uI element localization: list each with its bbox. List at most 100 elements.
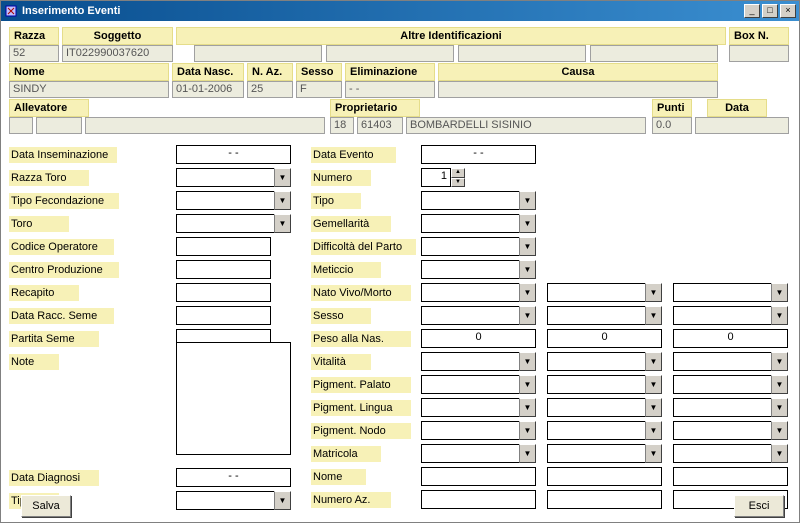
form-content: Razza Soggetto Altre Identificazioni Box… bbox=[1, 21, 799, 522]
tipofec-label: Tipo Fecondazione bbox=[9, 193, 119, 209]
toro-label: Toro bbox=[9, 216, 69, 232]
sesso-select-2[interactable]: ▼ bbox=[547, 306, 662, 325]
nome-r-label: Nome bbox=[311, 469, 366, 485]
chevron-down-icon: ▼ bbox=[771, 306, 788, 325]
allevatore-code1 bbox=[9, 117, 33, 134]
chevron-down-icon: ▼ bbox=[519, 398, 536, 417]
vitalita-select-1[interactable]: ▼ bbox=[421, 352, 536, 371]
sesso-r-label: Sesso bbox=[311, 308, 371, 324]
numeroaz-label: Numero Az. bbox=[311, 492, 391, 508]
dataracc-label: Data Racc. Seme bbox=[9, 308, 114, 324]
chevron-down-icon: ▼ bbox=[519, 191, 536, 210]
dataevento-input[interactable]: - - bbox=[421, 145, 536, 164]
altre-ident-header: Altre Identificazioni bbox=[176, 27, 726, 45]
chevron-down-icon: ▼ bbox=[519, 283, 536, 302]
tipo-left-select[interactable]: ▼ bbox=[176, 491, 291, 510]
numero-spinner[interactable]: 1 ▲▼ bbox=[421, 168, 465, 187]
diff-select[interactable]: ▼ bbox=[421, 237, 536, 256]
spinner-down-icon[interactable]: ▼ bbox=[451, 178, 465, 188]
spinner-up-icon[interactable]: ▲ bbox=[451, 168, 465, 178]
natovm-label: Nato Vivo/Morto bbox=[311, 285, 411, 301]
pigpal-select-3[interactable]: ▼ bbox=[673, 375, 788, 394]
pigling-select-2[interactable]: ▼ bbox=[547, 398, 662, 417]
chevron-down-icon: ▼ bbox=[519, 214, 536, 233]
nome-input-1[interactable] bbox=[421, 467, 536, 486]
tipo-right-label: Tipo bbox=[311, 193, 361, 209]
chevron-down-icon: ▼ bbox=[771, 398, 788, 417]
pigpal-select-1[interactable]: ▼ bbox=[421, 375, 536, 394]
esci-button[interactable]: Esci bbox=[734, 495, 784, 517]
punti-header: Punti bbox=[652, 99, 692, 117]
minimize-button[interactable]: _ bbox=[744, 4, 760, 18]
allevatore-name bbox=[85, 117, 325, 134]
partita-label: Partita Seme bbox=[9, 331, 99, 347]
razzatoro-label: Razza Toro bbox=[9, 170, 89, 186]
sesso-header: Sesso bbox=[296, 63, 342, 81]
naz-header: N. Az. bbox=[247, 63, 293, 81]
natovm-select-3[interactable]: ▼ bbox=[673, 283, 788, 302]
nome-header: Nome bbox=[9, 63, 169, 81]
titlebar: Inserimento Eventi _ □ × bbox=[1, 1, 799, 21]
pignodo-label: Pigment. Nodo bbox=[311, 423, 411, 439]
tipofec-select[interactable]: ▼ bbox=[176, 191, 291, 210]
numero-label: Numero bbox=[311, 170, 371, 186]
numeroaz-input-2[interactable] bbox=[547, 490, 662, 509]
numero-value[interactable]: 1 bbox=[421, 168, 451, 187]
diff-label: Difficoltà del Parto bbox=[311, 239, 416, 255]
sesso-select-3[interactable]: ▼ bbox=[673, 306, 788, 325]
pignodo-select-2[interactable]: ▼ bbox=[547, 421, 662, 440]
gemell-select[interactable]: ▼ bbox=[421, 214, 536, 233]
matricola-select-2[interactable]: ▼ bbox=[547, 444, 662, 463]
gemell-label: Gemellarità bbox=[311, 216, 391, 232]
tipo-right-select[interactable]: ▼ bbox=[421, 191, 536, 210]
salva-button[interactable]: Salva bbox=[21, 495, 71, 517]
sesso-select-1[interactable]: ▼ bbox=[421, 306, 536, 325]
altre-2 bbox=[326, 45, 454, 62]
natovm-select-1[interactable]: ▼ bbox=[421, 283, 536, 302]
matricola-select-1[interactable]: ▼ bbox=[421, 444, 536, 463]
codop-input[interactable] bbox=[176, 237, 271, 256]
centroprod-input[interactable] bbox=[176, 260, 271, 279]
pigpal-select-2[interactable]: ▼ bbox=[547, 375, 662, 394]
datainsem-input[interactable]: - - bbox=[176, 145, 291, 164]
datadiag-input[interactable]: - - bbox=[176, 468, 291, 487]
nome-value: SINDY bbox=[9, 81, 169, 98]
pigling-select-3[interactable]: ▼ bbox=[673, 398, 788, 417]
prop-code1: 18 bbox=[330, 117, 354, 134]
matricola-select-3[interactable]: ▼ bbox=[673, 444, 788, 463]
pignodo-select-3[interactable]: ▼ bbox=[673, 421, 788, 440]
peso-input-1[interactable]: 0 bbox=[421, 329, 536, 348]
chevron-down-icon: ▼ bbox=[771, 283, 788, 302]
note-textarea[interactable] bbox=[176, 342, 291, 455]
app-window: Inserimento Eventi _ □ × Razza Soggetto … bbox=[0, 0, 800, 523]
vitalita-label: Vitalità bbox=[311, 354, 371, 370]
recapito-label: Recapito bbox=[9, 285, 79, 301]
razzatoro-select[interactable]: ▼ bbox=[176, 168, 291, 187]
close-button[interactable]: × bbox=[780, 4, 796, 18]
dataracc-input[interactable] bbox=[176, 306, 271, 325]
elim-value: - - bbox=[345, 81, 435, 98]
pignodo-select-1[interactable]: ▼ bbox=[421, 421, 536, 440]
maximize-button[interactable]: □ bbox=[762, 4, 778, 18]
nome-input-2[interactable] bbox=[547, 467, 662, 486]
chevron-down-icon: ▼ bbox=[519, 260, 536, 279]
app-icon bbox=[4, 4, 18, 18]
chevron-down-icon: ▼ bbox=[519, 375, 536, 394]
elim-header: Eliminazione bbox=[345, 63, 435, 81]
toro-select[interactable]: ▼ bbox=[176, 214, 291, 233]
pigling-select-1[interactable]: ▼ bbox=[421, 398, 536, 417]
numeroaz-input-1[interactable] bbox=[421, 490, 536, 509]
causa-header: Causa bbox=[438, 63, 718, 81]
peso-input-2[interactable]: 0 bbox=[547, 329, 662, 348]
punti-value: 0.0 bbox=[652, 117, 692, 134]
meticcio-label: Meticcio bbox=[311, 262, 381, 278]
peso-input-3[interactable]: 0 bbox=[673, 329, 788, 348]
chevron-down-icon: ▼ bbox=[645, 352, 662, 371]
recapito-input[interactable] bbox=[176, 283, 271, 302]
nome-input-3[interactable] bbox=[673, 467, 788, 486]
vitalita-select-3[interactable]: ▼ bbox=[673, 352, 788, 371]
meticcio-select[interactable]: ▼ bbox=[421, 260, 536, 279]
sesso-value: F bbox=[296, 81, 342, 98]
natovm-select-2[interactable]: ▼ bbox=[547, 283, 662, 302]
vitalita-select-2[interactable]: ▼ bbox=[547, 352, 662, 371]
